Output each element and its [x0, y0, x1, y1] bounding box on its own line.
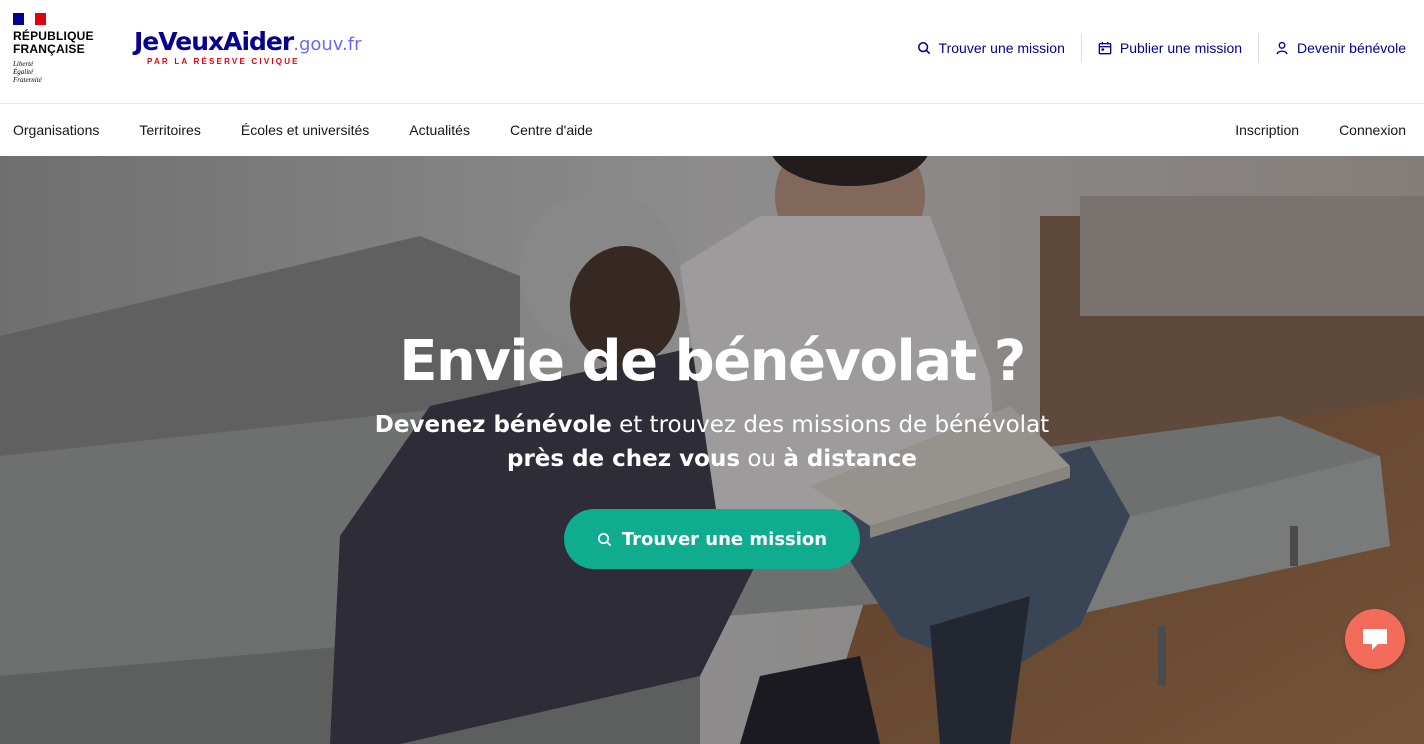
header-find-mission-label: Trouver une mission	[938, 40, 1065, 56]
hero-subtitle: Devenez bénévole et trouvez des missions…	[0, 408, 1424, 476]
header-actions: Trouver une mission Publier une mission …	[901, 34, 1406, 62]
search-icon	[917, 41, 930, 55]
search-icon	[597, 532, 612, 546]
header-become-volunteer-link[interactable]: Devenir bénévole	[1258, 34, 1406, 62]
republic-motto: Liberté Égalité Fraternité	[13, 60, 42, 84]
nav-item-territoires[interactable]: Territoires	[139, 122, 200, 138]
nav-item-inscription[interactable]: Inscription	[1235, 122, 1299, 138]
hero-section: Envie de bénévolat ? Devenez bénévole et…	[0, 156, 1424, 744]
nav-item-organisations[interactable]: Organisations	[13, 122, 99, 138]
header-find-mission-link[interactable]: Trouver une mission	[901, 34, 1081, 62]
site-header: RÉPUBLIQUE FRANÇAISE Liberté Égalité Fra…	[0, 0, 1424, 104]
nav-item-connexion[interactable]: Connexion	[1339, 122, 1406, 138]
hero-subtitle-bold-1: Devenez bénévole	[374, 412, 612, 438]
french-flag-icon	[13, 13, 46, 25]
hero-subtitle-bold-2: près de chez vous	[506, 446, 741, 472]
republic-name: RÉPUBLIQUE FRANÇAISE	[13, 29, 94, 56]
brand-name: JeVeuxAider.gouv.fr	[134, 27, 362, 56]
brand-logo[interactable]: JeVeuxAider.gouv.fr PAR LA RÉSERVE CIVIQ…	[134, 27, 362, 67]
nav-item-actualites[interactable]: Actualités	[409, 122, 470, 138]
republique-francaise-logo[interactable]: RÉPUBLIQUE FRANÇAISE Liberté Égalité Fra…	[13, 13, 103, 84]
calendar-icon	[1098, 41, 1112, 55]
nav-item-ecoles[interactable]: Écoles et universités	[241, 122, 369, 138]
header-publish-mission-link[interactable]: Publier une mission	[1080, 34, 1258, 62]
brand-domain: .gouv.fr	[293, 34, 362, 55]
header-become-volunteer-label: Devenir bénévole	[1297, 40, 1406, 56]
find-mission-button[interactable]: Trouver une mission	[563, 509, 861, 569]
nav-item-centre-aide[interactable]: Centre d'aide	[510, 122, 593, 138]
find-mission-button-label: Trouver une mission	[621, 528, 828, 550]
hero-subtitle-text-1: et trouvez des missions de bénévolat	[611, 412, 1050, 438]
hero-subtitle-text-2: ou	[740, 446, 784, 472]
chat-bubble-icon	[1363, 629, 1387, 650]
chat-button[interactable]	[1345, 609, 1405, 669]
hero-subtitle-bold-3: à distance	[783, 446, 917, 472]
hero-content: Envie de bénévolat ? Devenez bénévole et…	[0, 326, 1424, 569]
nav-left: Organisations Territoires Écoles et univ…	[13, 104, 633, 156]
hero-title: Envie de bénévolat ?	[399, 329, 1026, 394]
user-icon	[1276, 41, 1288, 55]
main-nav: Organisations Territoires Écoles et univ…	[0, 104, 1424, 156]
nav-right: Inscription Connexion	[1235, 104, 1424, 156]
header-publish-mission-label: Publier une mission	[1119, 40, 1243, 56]
